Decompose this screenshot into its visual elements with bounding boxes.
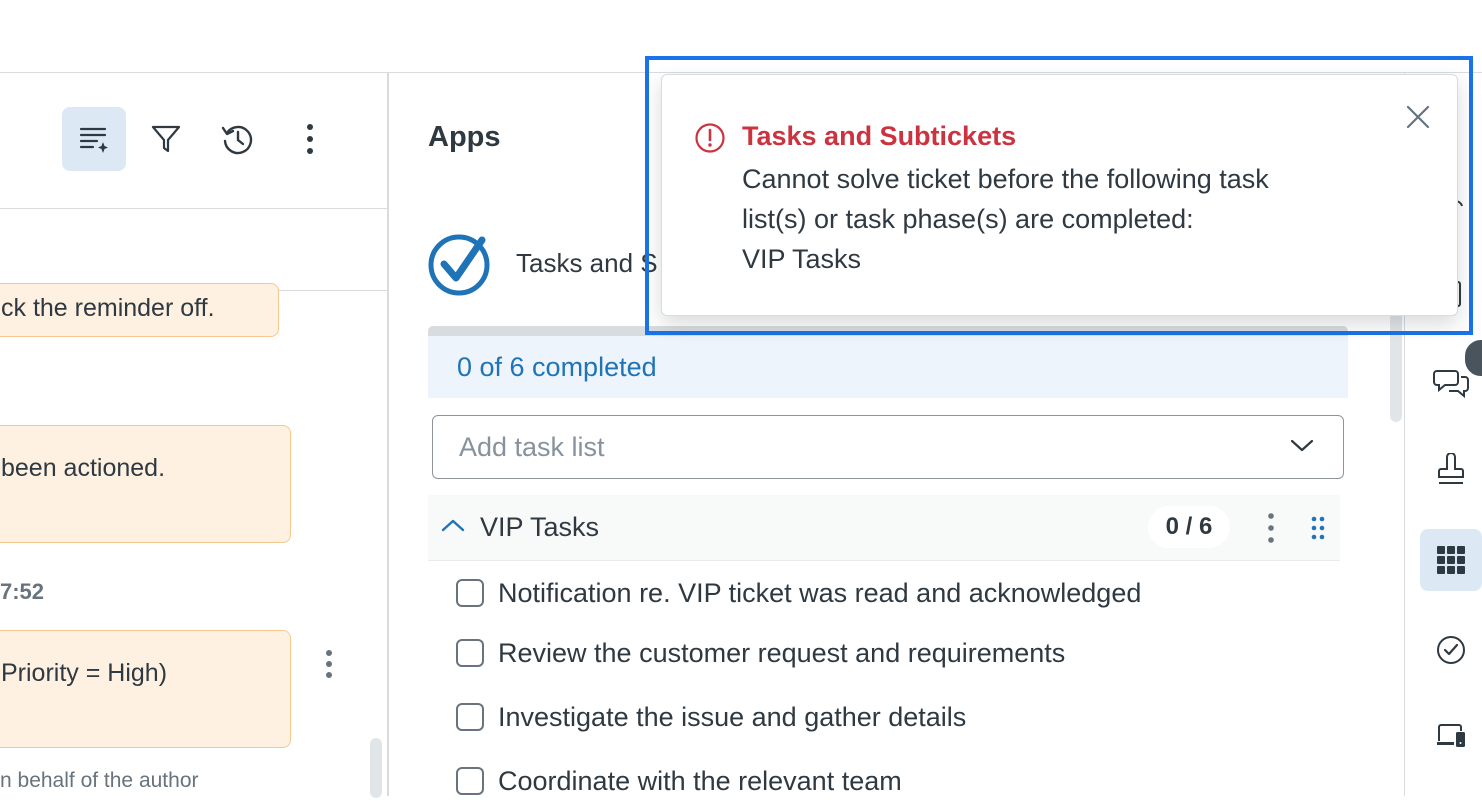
note-text: ck the reminder off. bbox=[1, 294, 215, 322]
toast-message-line: Cannot solve ticket before the following… bbox=[742, 164, 1269, 194]
ai-summary-button[interactable] bbox=[62, 107, 126, 171]
task-label: Investigate the issue and gather details bbox=[498, 701, 967, 732]
drag-handle-icon[interactable] bbox=[1310, 515, 1326, 541]
toast-close-button[interactable] bbox=[1402, 101, 1434, 133]
apps-heading: Apps bbox=[428, 121, 501, 153]
task-checkbox[interactable] bbox=[456, 703, 484, 731]
tasks-app-logo bbox=[428, 232, 492, 301]
more-options-button[interactable] bbox=[278, 107, 342, 171]
task-checkbox[interactable] bbox=[456, 767, 484, 795]
toast-message-line: list(s) or task phase(s) are completed: bbox=[742, 204, 1194, 234]
note-text: been actioned. bbox=[1, 454, 166, 482]
device-icon bbox=[1437, 724, 1465, 747]
rail-button-conversations[interactable] bbox=[1420, 351, 1482, 413]
toast-message: Cannot solve ticket before the following… bbox=[742, 159, 1382, 279]
alert-icon bbox=[695, 123, 725, 153]
apps-grid-icon bbox=[1437, 546, 1465, 574]
toolbar-divider bbox=[0, 208, 388, 209]
note-actioned: been actioned. bbox=[0, 425, 291, 543]
filter-icon bbox=[151, 125, 181, 153]
chevron-up-icon[interactable] bbox=[440, 517, 466, 533]
add-task-placeholder: Add task list bbox=[459, 432, 605, 462]
task-label: Review the customer request and requirem… bbox=[498, 637, 1066, 668]
error-toast: Tasks and Subtickets Cannot solve ticket… bbox=[661, 74, 1458, 316]
close-icon bbox=[1406, 105, 1430, 129]
note-options-button[interactable] bbox=[322, 649, 336, 686]
add-task-list-select[interactable]: Add task list bbox=[432, 415, 1344, 479]
task-checkbox[interactable] bbox=[456, 639, 484, 667]
toast-message-line: VIP Tasks bbox=[742, 244, 862, 274]
note-reminder: ck the reminder off. bbox=[0, 283, 279, 337]
left-scrollbar[interactable] bbox=[370, 738, 382, 798]
ai-lines-icon bbox=[79, 127, 108, 153]
rail-button-devices[interactable] bbox=[1420, 705, 1482, 767]
kebab-icon[interactable] bbox=[1265, 512, 1277, 544]
app-name: Tasks and S bbox=[516, 248, 658, 278]
message-timestamp: 7:52 bbox=[0, 579, 45, 604]
task-checkbox[interactable] bbox=[456, 579, 484, 607]
filter-button[interactable] bbox=[134, 107, 198, 171]
panel-divider bbox=[387, 73, 389, 796]
note-text: Priority = High) bbox=[1, 659, 168, 687]
task-list-header[interactable]: VIP Tasks 0 / 6 bbox=[428, 495, 1340, 561]
conversation-panel: ck the reminder off. been actioned. 7:52… bbox=[0, 73, 388, 796]
history-icon bbox=[221, 125, 253, 155]
note-priority: Priority = High) bbox=[0, 630, 291, 748]
toast-title: Tasks and Subtickets bbox=[742, 121, 1017, 151]
task-item[interactable]: Investigate the issue and gather details bbox=[456, 697, 966, 737]
check-circle-icon bbox=[1437, 636, 1465, 664]
task-label: Notification re. VIP ticket was read and… bbox=[498, 577, 1142, 608]
completion-text: 0 of 6 completed bbox=[457, 352, 657, 382]
task-item[interactable]: Coordinate with the relevant team bbox=[456, 761, 902, 801]
task-label: Coordinate with the relevant team bbox=[498, 765, 902, 796]
kebab-icon bbox=[326, 650, 332, 678]
task-item[interactable]: Notification re. VIP ticket was read and… bbox=[456, 573, 1141, 613]
task-item[interactable]: Review the customer request and requirem… bbox=[456, 633, 1065, 673]
kebab-icon bbox=[307, 124, 313, 154]
chevron-down-icon bbox=[1290, 439, 1314, 452]
stamp-icon bbox=[1438, 453, 1464, 484]
conversations-icon bbox=[1433, 370, 1469, 399]
rail-button-tasks[interactable] bbox=[1420, 619, 1482, 681]
check-logo-icon bbox=[428, 234, 490, 296]
task-list-title: VIP Tasks bbox=[480, 512, 600, 542]
history-button[interactable] bbox=[206, 107, 270, 171]
author-byline: n behalf of the author bbox=[0, 769, 199, 792]
rail-button-macros[interactable] bbox=[1420, 439, 1482, 501]
task-count-badge: 0 / 6 bbox=[1148, 506, 1230, 548]
rail-button-apps[interactable] bbox=[1420, 529, 1482, 591]
